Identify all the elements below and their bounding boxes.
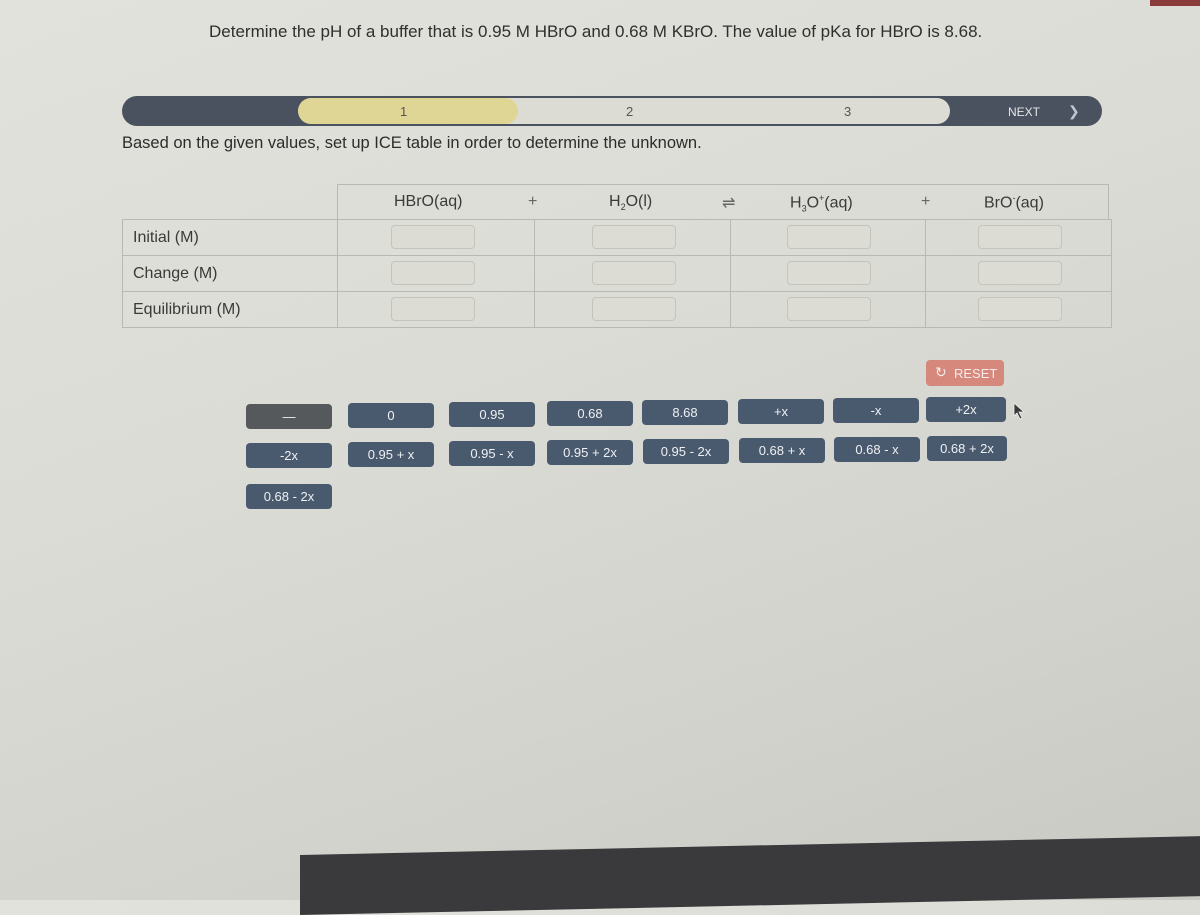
answer-tile[interactable]: 8.68: [642, 400, 728, 425]
answer-tile[interactable]: 0.68: [547, 401, 633, 426]
change-hbro-dropzone[interactable]: [391, 261, 475, 285]
species-label: HBrO(aq): [394, 193, 463, 210]
answer-tile[interactable]: 0.68 - x: [834, 437, 920, 462]
answer-tile[interactable]: 0.95 + x: [348, 442, 434, 467]
initial-h2o-dropzone[interactable]: [592, 225, 676, 249]
species-part: O(l): [625, 193, 653, 210]
species-part: O: [806, 194, 820, 212]
question-text: Determine the pH of a buffer that is 0.9…: [209, 22, 983, 41]
answer-tile[interactable]: 0.68 - 2x: [246, 484, 332, 509]
undo-icon: ↻: [935, 364, 947, 380]
ice-table: Initial (M) Change (M) Equilibrium (M): [122, 219, 1112, 328]
mouse-cursor-icon: [1013, 402, 1026, 420]
species-h3o-plus: H3O+(aq): [790, 193, 853, 214]
answer-tile[interactable]: 0.95 + 2x: [547, 440, 633, 465]
row-label: Equilibrium (M): [133, 301, 241, 318]
answer-tile[interactable]: 0.95 - x: [449, 441, 535, 466]
plus-operator: +: [528, 193, 538, 210]
answer-tile[interactable]: +x: [738, 399, 824, 424]
ice-row-initial: Initial (M): [123, 220, 1111, 256]
change-h2o-dropzone[interactable]: [592, 261, 676, 285]
top-edge-strip: [1150, 0, 1200, 6]
equilibrium-bro-dropzone[interactable]: [978, 297, 1062, 321]
species-hbro: HBrO(aq): [394, 193, 462, 211]
row-label: Change (M): [133, 265, 218, 282]
answer-tile[interactable]: 0.68 + x: [739, 438, 825, 463]
initial-bro-dropzone[interactable]: [978, 225, 1062, 249]
answer-tile[interactable]: +2x: [926, 397, 1006, 422]
next-button[interactable]: NEXT ❯: [950, 96, 1102, 126]
chevron-right-icon: ❯: [1068, 103, 1080, 119]
ice-row-equilibrium: Equilibrium (M): [123, 292, 1111, 328]
step-2[interactable]: 2: [626, 104, 633, 119]
species-part: BrO: [984, 194, 1013, 212]
species-bro-minus: BrO-(aq): [984, 193, 1044, 212]
reset-label: RESET: [954, 366, 998, 381]
answer-tile[interactable]: 0.95 - 2x: [643, 439, 729, 464]
active-step-highlight: [298, 98, 518, 124]
answer-tile[interactable]: 0: [348, 403, 434, 428]
answer-tile[interactable]: 0.68 + 2x: [927, 436, 1007, 461]
change-h3o-dropzone[interactable]: [787, 261, 871, 285]
equilibrium-hbro-dropzone[interactable]: [391, 297, 475, 321]
species-part: (aq): [1015, 194, 1044, 212]
initial-h3o-dropzone[interactable]: [787, 225, 871, 249]
answer-tile[interactable]: -2x: [246, 443, 332, 468]
instruction-text: Based on the given values, set up ICE ta…: [122, 134, 702, 152]
plus-operator: +: [921, 193, 931, 210]
answer-tile[interactable]: -x: [833, 398, 919, 423]
ice-header-row: HBrO(aq) + H2O(l) ⇌ H3O+(aq) + BrO-(aq): [337, 184, 1109, 219]
monitor-bezel: [300, 834, 1200, 915]
answer-tile[interactable]: —: [246, 404, 332, 429]
species-part: (aq): [824, 194, 853, 212]
answer-tile[interactable]: 0.95: [449, 402, 535, 427]
step-1[interactable]: 1: [400, 104, 407, 119]
equilibrium-arrows: ⇌: [722, 195, 736, 212]
species-h2o: H2O(l): [609, 193, 652, 212]
species-part: H: [790, 194, 802, 212]
species-part: H: [609, 193, 621, 210]
change-bro-dropzone[interactable]: [978, 261, 1062, 285]
equilibrium-h2o-dropzone[interactable]: [592, 297, 676, 321]
step-track: 1 2 3: [298, 98, 950, 124]
next-label: NEXT: [1008, 105, 1041, 119]
step-3[interactable]: 3: [844, 104, 851, 119]
reset-button[interactable]: ↻ RESET: [926, 360, 1004, 386]
ice-row-change: Change (M): [123, 256, 1111, 292]
step-progress-bar: 1 2 3 NEXT ❯: [122, 96, 1102, 126]
equilibrium-h3o-dropzone[interactable]: [787, 297, 871, 321]
initial-hbro-dropzone[interactable]: [391, 225, 475, 249]
row-label: Initial (M): [133, 229, 199, 246]
